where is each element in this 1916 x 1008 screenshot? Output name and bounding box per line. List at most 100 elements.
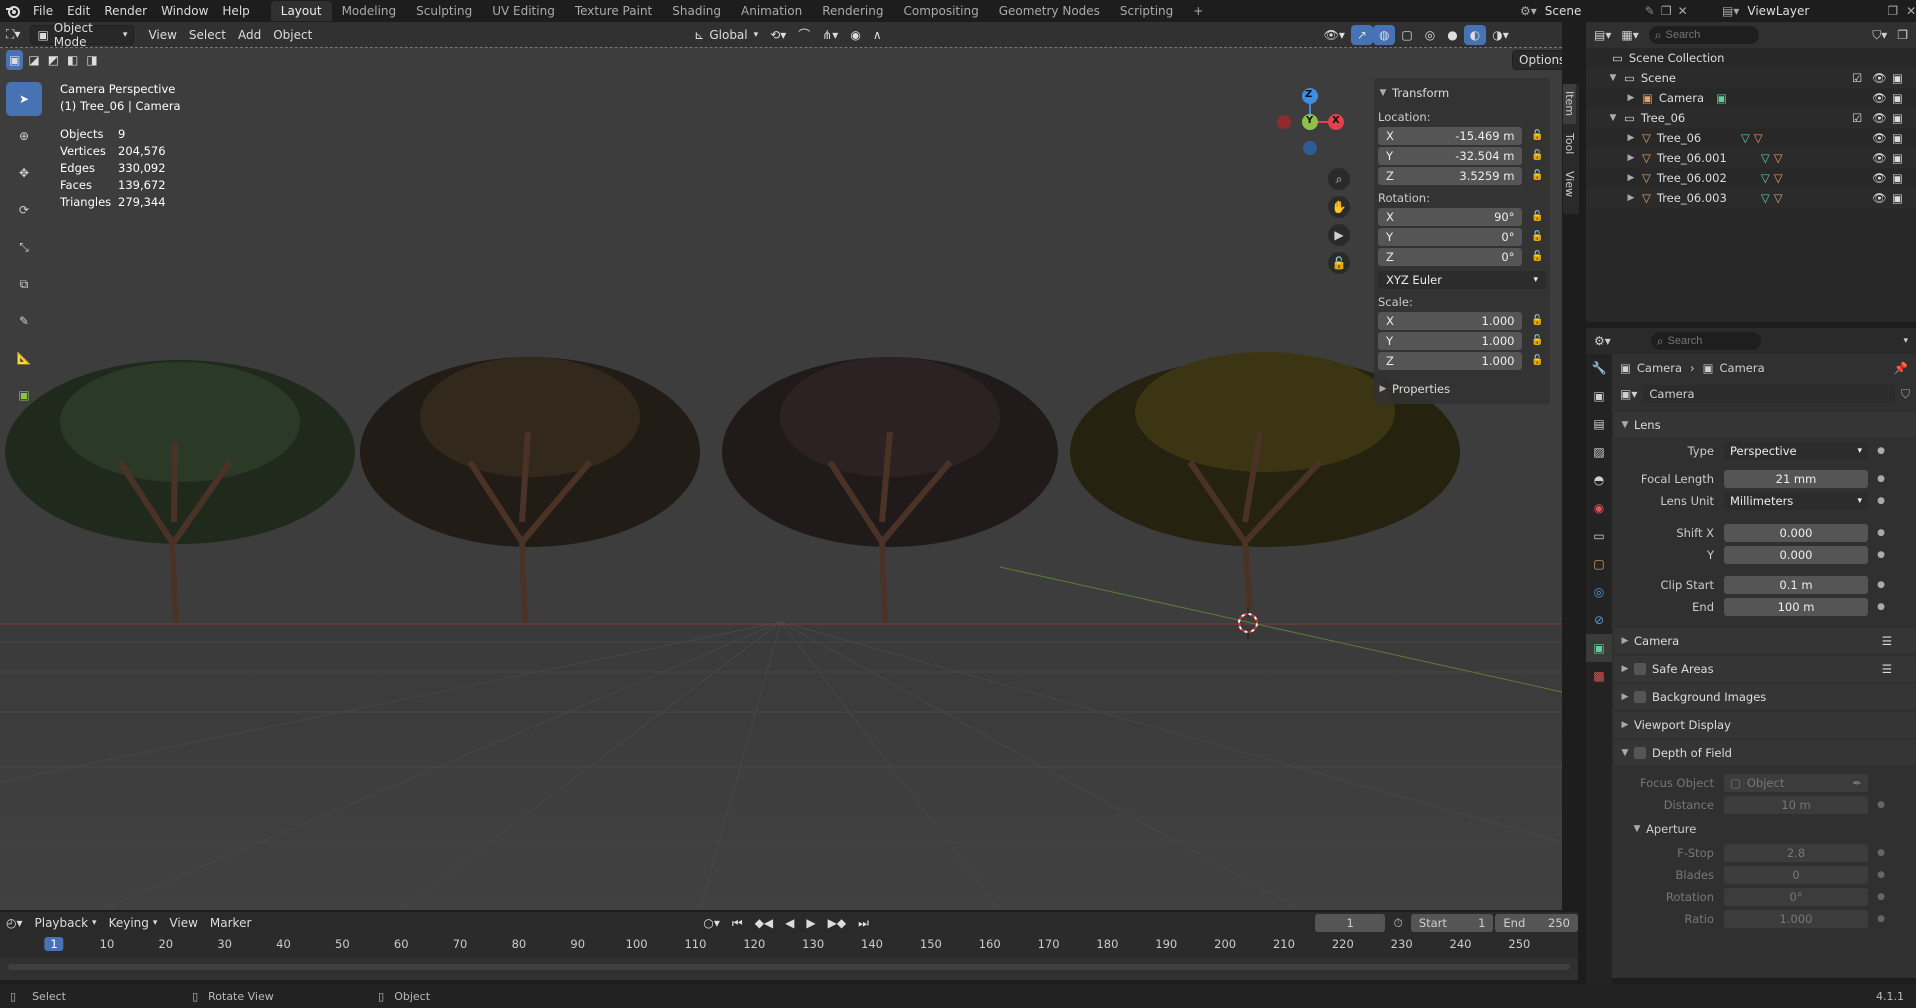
focal-length-field[interactable]: 21 mm <box>1724 470 1868 488</box>
scale-tool[interactable]: ⤡ <box>6 230 42 264</box>
material-shading-icon[interactable]: ◐ <box>1463 24 1487 45</box>
rotation-x-field[interactable]: X 90° <box>1378 207 1523 226</box>
menu-file[interactable]: File <box>26 0 60 22</box>
current-frame-marker[interactable]: 1 <box>44 937 64 951</box>
properties-editor-icon[interactable]: ⚙▾ <box>1594 334 1611 348</box>
scale-z-field[interactable]: Z 1.000 <box>1378 351 1523 370</box>
lock-icon[interactable]: 🔓 <box>1528 231 1546 242</box>
next-keyframe-icon[interactable]: ▶◆ <box>822 913 852 933</box>
menu-view[interactable]: View <box>142 25 182 45</box>
lock-icon[interactable]: 🔓 <box>1528 211 1546 222</box>
keyframe-icon[interactable]: ● <box>1874 550 1888 560</box>
eyedropper-icon[interactable]: ✒ <box>1852 776 1862 790</box>
output-tab[interactable]: ▤ <box>1586 410 1612 438</box>
play-icon[interactable]: ▶ <box>800 913 821 933</box>
annotate-tool[interactable]: ✎ <box>6 304 42 338</box>
checkbox-icon[interactable]: ☑ <box>1852 71 1862 85</box>
camera-render-icon[interactable]: ▣ <box>1892 151 1903 165</box>
outliner-row-tree-06-002[interactable]: ▶ ▽ Tree_06.002 ▽ ▽ 👁 ▣ <box>1586 168 1916 188</box>
shift-y-field[interactable]: 0.000 <box>1724 546 1868 564</box>
camera-icon[interactable]: ▶ <box>1328 224 1350 246</box>
lock-icon[interactable]: 🔓 <box>1528 355 1546 366</box>
eye-icon[interactable]: 👁 <box>1872 91 1887 105</box>
camera-render-icon[interactable]: ▣ <box>1892 91 1903 105</box>
hand-icon[interactable]: ✋ <box>1328 196 1350 218</box>
snap-icon[interactable]: ⌒ <box>792 25 816 45</box>
pin-icon[interactable]: 📌 <box>1894 361 1908 375</box>
scene-selector[interactable]: ⚙▾ Scene ✎ ❐ ✕ <box>1520 0 1688 22</box>
menu-object[interactable]: Object <box>267 25 318 45</box>
list-icon[interactable]: ☰ <box>1882 634 1892 648</box>
texture-tab[interactable]: ▩ <box>1586 662 1612 690</box>
clip-start-field[interactable]: 0.1 m <box>1724 576 1868 594</box>
keyframe-icon[interactable]: ● <box>1874 800 1888 810</box>
tab-compositing[interactable]: Compositing <box>893 1 988 21</box>
eye-icon[interactable]: 👁 <box>1872 191 1887 205</box>
outliner-row-tree-06-001[interactable]: ▶ ▽ Tree_06.001 ▽ ▽ 👁 ▣ <box>1586 148 1916 168</box>
camera-render-icon[interactable]: ▣ <box>1892 111 1903 125</box>
lock-icon[interactable]: 🔓 <box>1528 170 1546 181</box>
outliner-row-tree-collection[interactable]: ▼ ▭ Tree_06 ☑ 👁 ▣ <box>1586 108 1916 128</box>
lock-icon[interactable]: 🔓 <box>1528 315 1546 326</box>
location-y-field[interactable]: Y -32.504 m <box>1378 146 1523 165</box>
camera-section[interactable]: ▶ Camera ☰ <box>1614 628 1916 654</box>
play-reverse-icon[interactable]: ◀ <box>779 913 800 933</box>
display-mode-icon[interactable]: ▦▾ <box>1621 28 1638 42</box>
camera-render-icon[interactable]: ▣ <box>1892 191 1903 205</box>
scene-collection-row[interactable]: ▭ Scene Collection <box>1586 48 1916 68</box>
menu-marker[interactable]: Marker <box>204 913 257 933</box>
new-collection-icon[interactable]: ❐ <box>1897 28 1908 42</box>
render-tab[interactable]: ▣ <box>1586 382 1612 410</box>
select-intersect-icon[interactable]: ◨ <box>83 50 100 70</box>
scale-x-field[interactable]: X 1.000 <box>1378 311 1523 330</box>
outliner-row-camera[interactable]: ▶ ▣ Camera ▣ 👁 ▣ <box>1586 88 1916 108</box>
lock-icon[interactable]: 🔓 <box>1528 251 1546 262</box>
move-tool[interactable]: ✥ <box>6 156 42 190</box>
gizmo-toggle-icon[interactable]: ↗ <box>1350 24 1373 45</box>
transform-header[interactable]: ▼ Transform <box>1378 82 1546 104</box>
camera-render-icon[interactable]: ▣ <box>1892 71 1903 85</box>
fstop-field[interactable]: 2.8 <box>1724 844 1868 862</box>
outliner-search[interactable]: ⌕ <box>1648 26 1759 44</box>
background-images-checkbox[interactable] <box>1634 691 1646 703</box>
snap-target-icon[interactable]: ⋔▾ <box>816 25 844 45</box>
jump-start-icon[interactable]: ⏮ <box>726 913 749 933</box>
stopwatch-icon[interactable]: ⏱ <box>1393 916 1402 931</box>
eye-icon[interactable]: 👁 <box>1872 71 1887 85</box>
timeline-editor-icon[interactable]: ◴▾ <box>0 913 29 933</box>
rotation-y-field[interactable]: Y 0° <box>1378 227 1523 246</box>
datablock-selector[interactable]: ▣▾ Camera ⛉ <box>1614 382 1916 406</box>
rotation-z-field[interactable]: Z 0° <box>1378 247 1523 266</box>
view-layer-tab[interactable]: ▨ <box>1586 438 1612 466</box>
tab-shading[interactable]: Shading <box>662 1 731 21</box>
lock-icon[interactable]: 🔓 <box>1528 335 1546 346</box>
chevron-down-icon[interactable]: ▾ <box>1903 336 1908 346</box>
eye-icon[interactable]: 👁 <box>1872 111 1887 125</box>
tab-animation[interactable]: Animation <box>731 1 812 21</box>
navigation-gizmo[interactable]: Z X Y <box>1270 82 1350 162</box>
add-workspace-button[interactable]: + <box>1183 1 1213 21</box>
lens-unit-select[interactable]: Millimeters ▾ <box>1724 492 1868 510</box>
lens-type-select[interactable]: Perspective ▾ <box>1724 442 1868 460</box>
cursor-tool[interactable]: ⊕ <box>6 119 42 153</box>
properties-search[interactable]: ⌕ <box>1650 332 1761 350</box>
safe-areas-checkbox[interactable] <box>1634 663 1646 675</box>
rendered-shading-icon[interactable]: ◑▾ <box>1486 25 1515 45</box>
world-tab[interactable]: ◉ <box>1586 494 1612 522</box>
3d-viewport[interactable]: ⛶▾ ▣ Object Mode ▾ View Select Add Object … <box>0 22 1562 910</box>
outliner-editor-icon[interactable]: ▤▾ <box>1594 28 1611 42</box>
object-tab[interactable]: ▢ <box>1586 550 1612 578</box>
overlays-icon[interactable]: ◍ <box>1372 24 1396 45</box>
keyframe-icon[interactable]: ● <box>1874 914 1888 924</box>
tab-layout[interactable]: Layout <box>270 1 332 21</box>
frame-ruler[interactable]: 1 10 20 30 40 50 60 70 80 90 100 110 120 130 140 150 160… <box>0 934 1578 958</box>
wireframe-shading-icon[interactable]: ◎ <box>1419 25 1441 45</box>
end-frame-field[interactable]: End 250 <box>1495 914 1578 932</box>
select-extend-icon[interactable]: ◪ <box>25 50 42 70</box>
current-frame-field[interactable]: 1 <box>1314 914 1386 932</box>
new-layer-icon[interactable]: ❐ <box>1887 4 1898 18</box>
xray-icon[interactable]: ▢ <box>1395 25 1418 45</box>
select-subtract-icon[interactable]: ◩ <box>45 50 62 70</box>
mode-selector[interactable]: ▣ Object Mode ▾ <box>30 22 135 49</box>
scene-tab[interactable]: ◓ <box>1586 466 1612 494</box>
